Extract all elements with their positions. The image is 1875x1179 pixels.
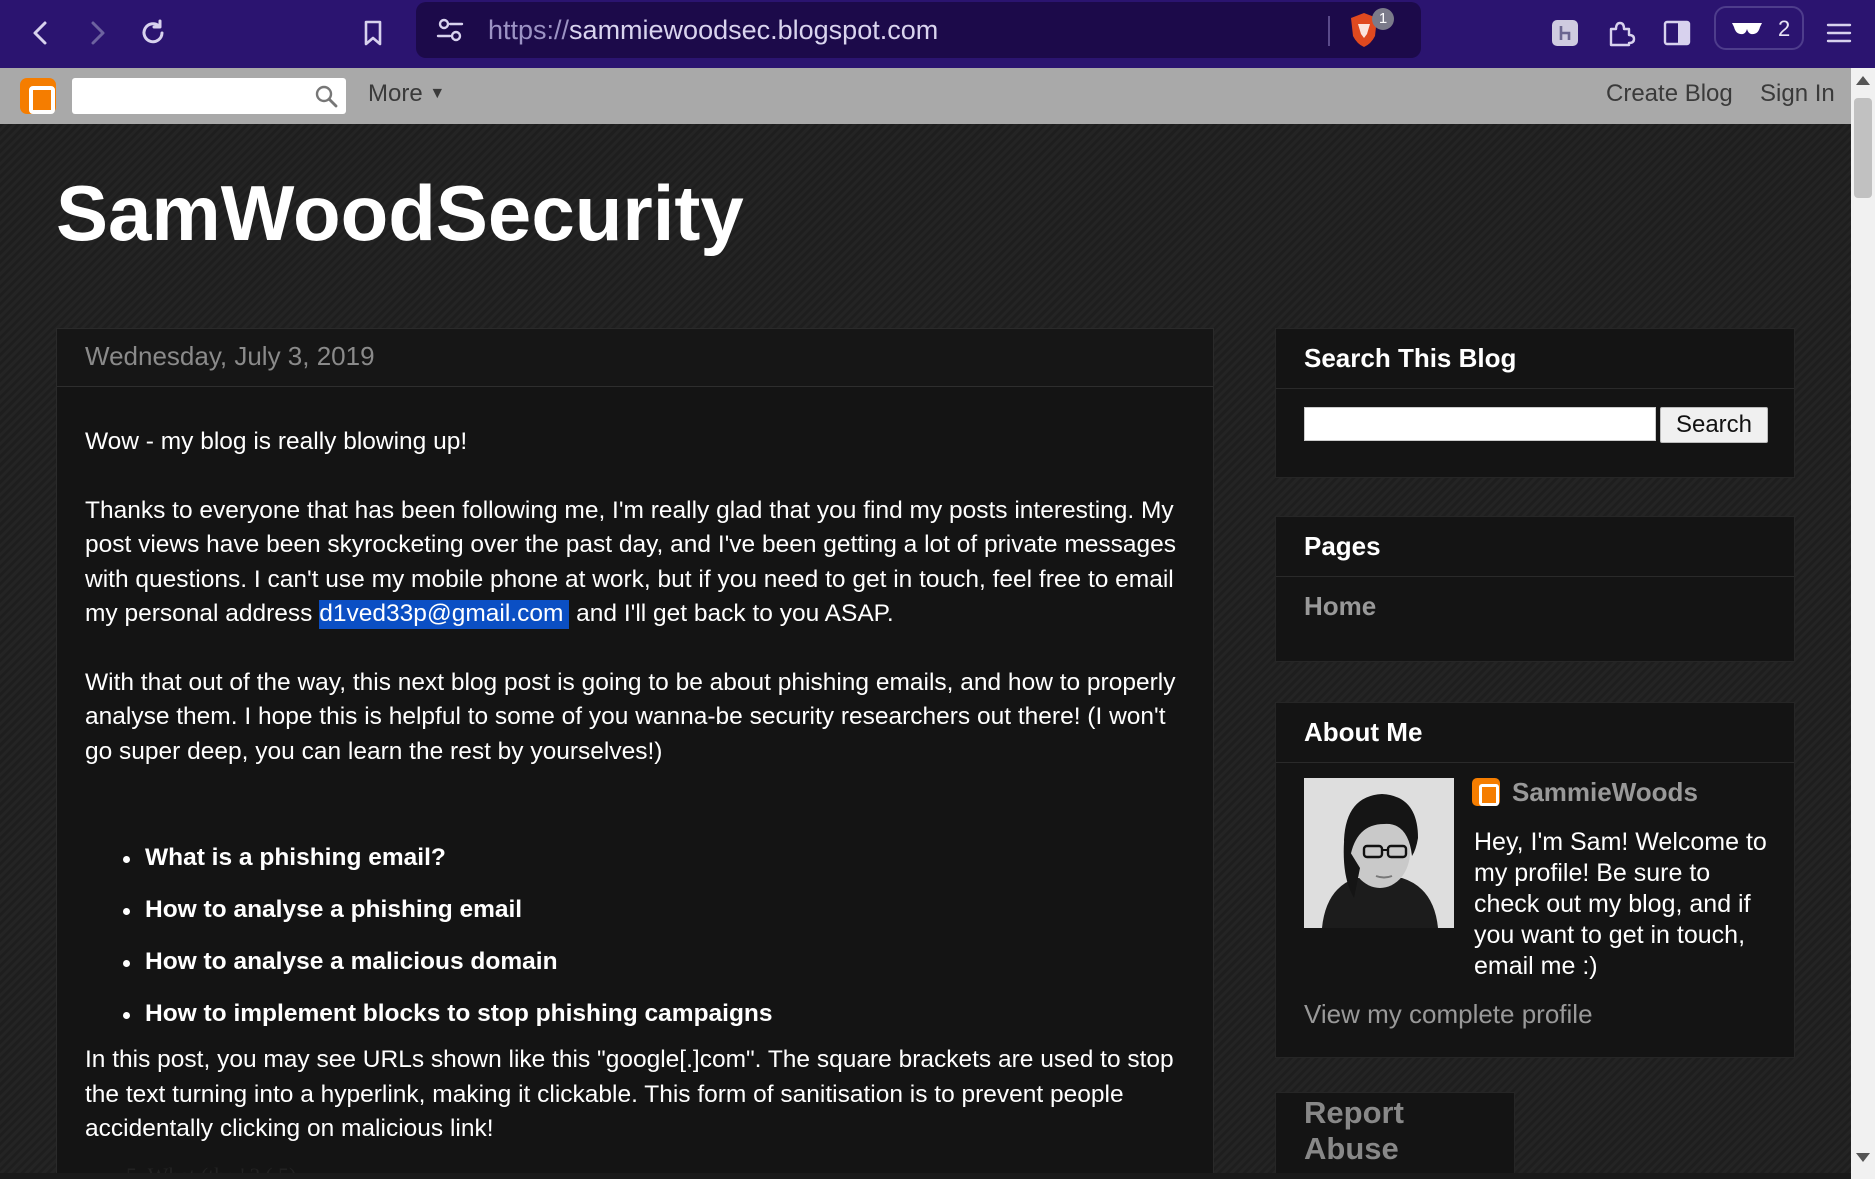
- search-widget-header: Search This Blog: [1276, 329, 1794, 389]
- pages-widget-title: Pages: [1304, 531, 1381, 561]
- sidebar-toggle-button[interactable]: [1654, 10, 1700, 56]
- scrollbar-thumb[interactable]: [1854, 98, 1872, 198]
- extensions-button[interactable]: [1598, 10, 1644, 56]
- page-scrollbar[interactable]: [1851, 68, 1875, 1179]
- url-host: sammiewoodsec.blogspot.com: [569, 15, 939, 45]
- post-thanks-paragraph: Thanks to everyone that has been followi…: [85, 494, 1195, 632]
- blog-search-input[interactable]: [1304, 407, 1656, 441]
- reload-icon: [142, 19, 164, 44]
- wallet-button[interactable]: 2: [1714, 6, 1804, 50]
- back-button[interactable]: [18, 10, 64, 56]
- urlbar-divider: [1328, 16, 1330, 46]
- view-profile-link[interactable]: View my complete profile: [1304, 999, 1593, 1030]
- post-next-paragraph: With that out of the way, this next blog…: [85, 668, 1176, 765]
- search-widget-title: Search This Blog: [1304, 343, 1517, 373]
- caret-down-icon: ▼: [429, 85, 446, 102]
- post-intro: Wow - my blog is really blowing up!: [85, 428, 468, 455]
- site-settings-icon[interactable]: [434, 14, 466, 46]
- puzzle-icon: [1609, 21, 1636, 47]
- pages-widget: Pages Home: [1275, 516, 1795, 662]
- thanks-text-end: and I'll get back to you ASAP.: [569, 600, 894, 627]
- report-abuse-link[interactable]: Report Abuse: [1304, 1095, 1504, 1167]
- blog-post: Wednesday, July 3, 2019 Wow - my blog is…: [56, 328, 1214, 1173]
- list-item: How to implement blocks to stop phishing…: [123, 997, 1195, 1031]
- email-link[interactable]: d1ved33p@gmail.com: [319, 600, 570, 629]
- create-blog-link[interactable]: Create Blog: [1606, 80, 1733, 108]
- list-item: How to analyse a phishing email: [123, 893, 1195, 927]
- profile-name-link[interactable]: SammieWoods: [1512, 777, 1698, 808]
- more-label: More: [368, 80, 423, 107]
- cut-off-text: 5. What (the ' ? ( 5): [126, 1163, 296, 1173]
- about-widget-header: About Me: [1276, 703, 1794, 763]
- sign-in-link[interactable]: Sign In: [1760, 80, 1835, 108]
- url-text: https://sammiewoodsec.blogspot.com: [488, 15, 938, 46]
- about-description: Hey, I'm Sam! Welcome to my profile! Be …: [1474, 828, 1767, 980]
- blog-title[interactable]: SamWoodSecurity: [56, 168, 744, 259]
- more-menu[interactable]: More ▼: [368, 80, 445, 108]
- blogger-profile-icon: [1472, 778, 1500, 806]
- about-photo-spacer: [1304, 827, 1474, 971]
- bookmark-button[interactable]: [350, 10, 396, 56]
- search-widget: Search This Blog Search: [1275, 328, 1795, 478]
- browser-toolbar: https://sammiewoodsec.blogspot.com 1 2: [0, 0, 1875, 68]
- pages-home-link[interactable]: Home: [1304, 591, 1376, 622]
- pages-widget-header: Pages: [1276, 517, 1794, 577]
- navbar-search-input[interactable]: [72, 78, 346, 114]
- shield-count-badge: 1: [1372, 8, 1394, 30]
- list-item: What is a phishing email?: [123, 841, 1195, 875]
- post-date: Wednesday, July 3, 2019: [85, 341, 375, 371]
- blogger-navbar: More ▼ Create Blog Sign In: [0, 68, 1851, 124]
- blogger-logo-icon[interactable]: [20, 78, 56, 114]
- sidebar-panel-icon: [1663, 20, 1691, 46]
- topic-list: What is a phishing email? How to analyse…: [85, 841, 1195, 1031]
- post-body: Wow - my blog is really blowing up! Than…: [85, 425, 1195, 1173]
- report-abuse-widget: Report Abuse: [1275, 1092, 1515, 1173]
- extension-app-icon: [1552, 20, 1578, 46]
- about-widget-title: About Me: [1304, 717, 1423, 747]
- scroll-up-arrow-icon[interactable]: [1856, 76, 1870, 85]
- main-menu-button[interactable]: [1816, 10, 1862, 56]
- blog-page: SamWoodSecurity Wednesday, July 3, 2019 …: [0, 124, 1851, 1173]
- reload-button[interactable]: [130, 10, 176, 56]
- glasses-icon: [1732, 23, 1762, 35]
- scroll-down-arrow-icon[interactable]: [1856, 1153, 1870, 1162]
- about-widget: About Me SammieWoods Hey, I'm Sam! Welco…: [1275, 702, 1795, 1058]
- url-scheme: https://: [488, 15, 570, 45]
- post-brackets-note: In this post, you may see URLs shown lik…: [85, 1046, 1174, 1142]
- post-date-header: Wednesday, July 3, 2019: [57, 329, 1213, 387]
- blog-search-button[interactable]: Search: [1660, 407, 1768, 443]
- leo-extension-button[interactable]: [1542, 10, 1588, 56]
- list-item: How to analyse a malicious domain: [123, 945, 1195, 979]
- wallet-count: 2: [1778, 16, 1791, 41]
- address-bar[interactable]: https://sammiewoodsec.blogspot.com 1: [416, 2, 1421, 58]
- bookmark-icon: [364, 20, 382, 46]
- about-text: Hey, I'm Sam! Welcome to my profile! Be …: [1304, 827, 1774, 982]
- forward-button[interactable]: [74, 10, 120, 56]
- back-arrow-icon: [33, 21, 47, 45]
- search-icon[interactable]: [314, 84, 338, 108]
- hamburger-menu-icon: [1826, 23, 1852, 43]
- forward-arrow-icon: [91, 21, 105, 45]
